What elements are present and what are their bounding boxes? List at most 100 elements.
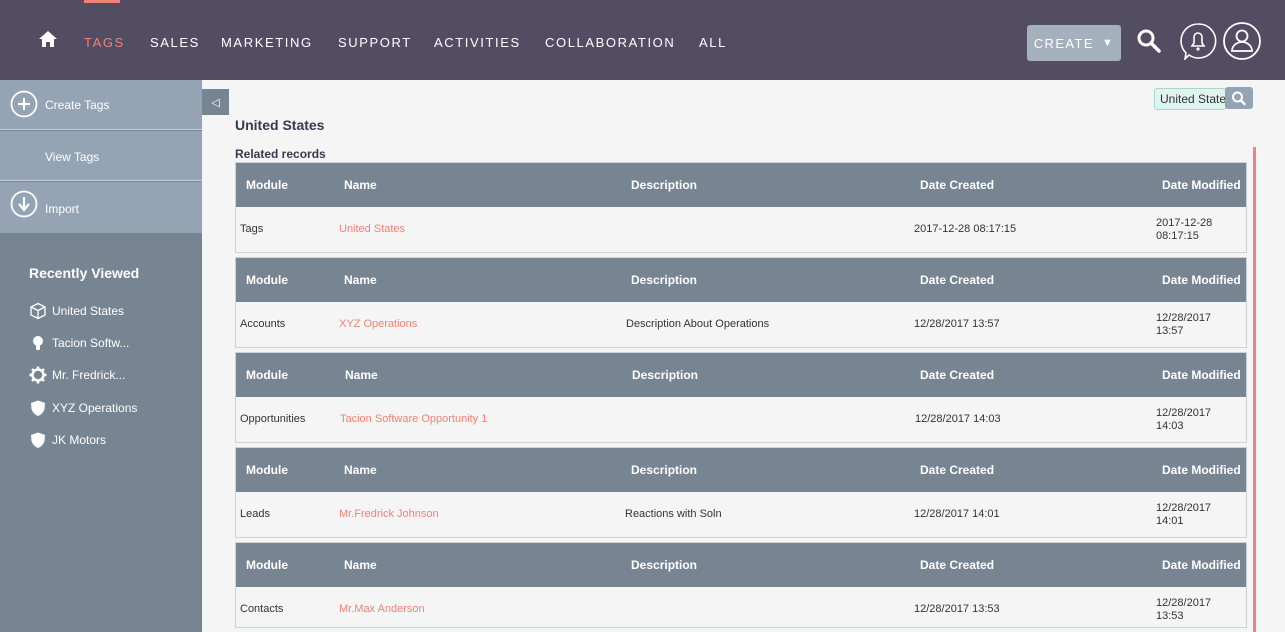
col-date-created: Date Created <box>920 368 995 382</box>
cube-icon <box>30 302 46 320</box>
col-description: Description <box>631 178 698 192</box>
nav-all[interactable]: ALL <box>699 35 727 50</box>
import-action[interactable]: Import <box>0 182 202 233</box>
collapse-triangle-icon: ◁ <box>211 96 220 109</box>
col-description: Description <box>631 273 698 287</box>
nav-support[interactable]: SUPPORT <box>338 35 412 50</box>
scroll-accent <box>1253 147 1256 632</box>
col-date-created: Date Created <box>920 178 995 192</box>
recent-item[interactable]: Mr. Fredrick... <box>29 366 125 384</box>
col-date-created: Date Created <box>920 463 995 477</box>
col-description: Description <box>631 463 698 477</box>
cell-module: Leads <box>240 508 270 520</box>
cell-module: Accounts <box>240 318 286 330</box>
nav-activities[interactable]: ACTIVITIES <box>434 35 521 50</box>
import-label: Import <box>45 202 80 216</box>
recent-item-label: JK Motors <box>52 433 107 447</box>
cell-date-modified-date: 2017-12-28 <box>1156 217 1213 229</box>
table-header: Module Name Description Date Created Dat… <box>236 448 1246 492</box>
table-header: Module Name Description Date Created Dat… <box>236 353 1246 397</box>
cell-date-modified-date: 12/28/2017 <box>1156 407 1212 419</box>
cell-date-modified-date: 12/28/2017 <box>1156 597 1212 609</box>
sidebar-collapse-button[interactable]: ◁ <box>202 89 229 115</box>
record-table-tags: Module Name Description Date Created Dat… <box>235 162 1247 253</box>
recently-viewed-title: Recently Viewed <box>29 265 140 281</box>
record-table-accounts: Module Name Description Date Created Dat… <box>235 257 1247 348</box>
col-description: Description <box>631 558 698 572</box>
record-table-contacts: Module Name Description Date Created Dat… <box>235 542 1247 628</box>
cell-description: Reactions with Soln <box>625 508 722 520</box>
col-name: Name <box>344 273 377 287</box>
view-tags-action[interactable]: View Tags <box>0 131 202 181</box>
col-module: Module <box>246 368 288 382</box>
cell-date-created: 12/28/2017 13:53 <box>914 603 1000 615</box>
cell-name-link[interactable]: Mr.Fredrick Johnson <box>339 508 439 520</box>
col-name: Name <box>344 558 377 572</box>
gear-icon <box>29 366 47 384</box>
page-title: United States <box>235 117 325 133</box>
download-circle-icon <box>10 190 38 218</box>
create-tags-label: Create Tags <box>45 98 110 112</box>
home-icon[interactable] <box>38 30 58 48</box>
create-button[interactable]: CREATE ▼ <box>1027 25 1121 61</box>
user-icon[interactable] <box>1222 21 1262 61</box>
cell-date-modified-date: 12/28/2017 <box>1156 312 1212 324</box>
col-module: Module <box>246 273 288 287</box>
cell-name-link[interactable]: Tacion Software Opportunity 1 <box>340 413 487 425</box>
table-header: Module Name Description Date Created Dat… <box>236 163 1246 207</box>
related-records-label: Related records <box>235 147 326 161</box>
cell-module: Contacts <box>240 603 284 615</box>
view-tags-label: View Tags <box>45 150 100 164</box>
cell-description: Description About Operations <box>626 318 770 330</box>
col-date-modified: Date Modified <box>1162 463 1241 477</box>
active-tab-indicator <box>84 0 120 3</box>
bell-icon[interactable] <box>1179 22 1217 60</box>
recent-item-label: XYZ Operations <box>52 401 138 415</box>
col-name: Name <box>344 463 377 477</box>
recent-item-label: Tacion Softw... <box>52 336 130 350</box>
col-date-modified: Date Modified <box>1162 558 1241 572</box>
search-icon[interactable] <box>1136 28 1162 54</box>
cell-date-created: 12/28/2017 14:01 <box>914 508 1000 520</box>
recent-item[interactable]: XYZ Operations <box>29 399 137 417</box>
recent-item[interactable]: JK Motors <box>29 431 106 449</box>
col-date-created: Date Created <box>920 558 995 572</box>
col-module: Module <box>246 178 288 192</box>
cell-name-link[interactable]: Mr.Max Anderson <box>339 603 425 615</box>
cell-name-link[interactable]: XYZ Operations <box>339 318 417 330</box>
nav-sales[interactable]: SALES <box>150 35 200 50</box>
cell-name-link[interactable]: United States <box>339 223 405 235</box>
col-date-modified: Date Modified <box>1162 368 1241 382</box>
cell-module: Opportunities <box>240 413 306 425</box>
recent-item[interactable]: United States <box>29 302 124 320</box>
create-tags-action[interactable]: Create Tags <box>0 80 202 130</box>
recent-item[interactable]: Tacion Softw... <box>29 334 129 352</box>
search-button[interactable] <box>1225 87 1253 109</box>
col-date-created: Date Created <box>920 273 995 287</box>
search-input[interactable]: United States <box>1154 88 1226 110</box>
nav-tags[interactable]: TAGS <box>84 35 125 50</box>
cell-date-modified-time: 13:57 <box>1156 325 1184 337</box>
nav-collaboration[interactable]: COLLABORATION <box>545 35 675 50</box>
cell-date-modified-time: 14:03 <box>1156 420 1184 432</box>
shield-icon <box>31 400 45 416</box>
shield-icon <box>31 432 45 448</box>
cell-date-modified-time: 14:01 <box>1156 515 1184 527</box>
table-header: Module Name Description Date Created Dat… <box>236 258 1246 302</box>
record-table-leads: Module Name Description Date Created Dat… <box>235 447 1247 538</box>
cell-date-created: 12/28/2017 14:03 <box>915 413 1001 425</box>
nav-marketing[interactable]: MARKETING <box>221 35 313 50</box>
recent-item-label: Mr. Fredrick... <box>52 368 126 382</box>
plus-circle-icon <box>10 90 38 118</box>
create-label: CREATE <box>1033 35 1094 51</box>
lightbulb-icon <box>33 336 43 350</box>
col-module: Module <box>246 463 288 477</box>
caret-down-icon: ▼ <box>1101 37 1115 49</box>
col-name: Name <box>344 178 377 192</box>
cell-date-created: 12/28/2017 13:57 <box>914 318 1000 330</box>
table-header: Module Name Description Date Created Dat… <box>236 543 1246 587</box>
cell-module: Tags <box>240 223 264 235</box>
cell-date-modified-time: 08:17:15 <box>1156 230 1199 242</box>
cell-date-modified-time: 13:53 <box>1156 610 1184 622</box>
sidebar: Create Tags View Tags Import Recently Vi… <box>0 80 202 632</box>
